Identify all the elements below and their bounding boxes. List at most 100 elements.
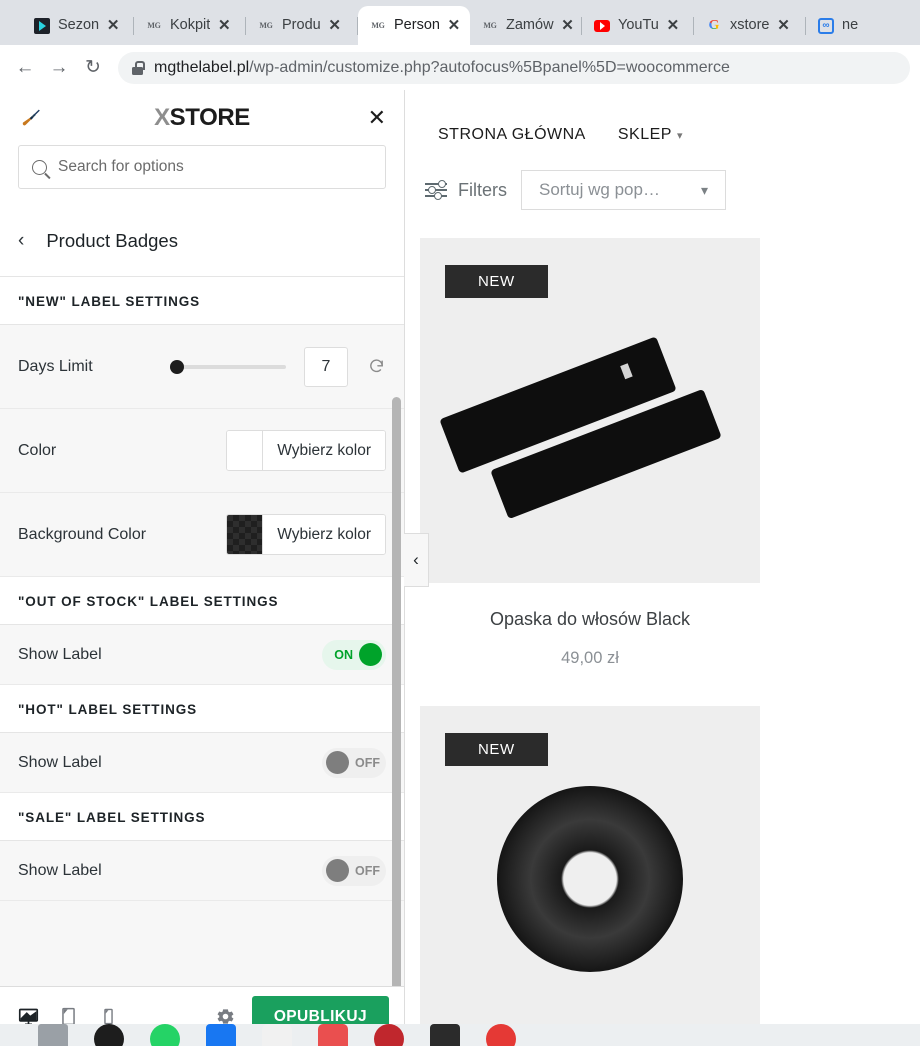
browser-tab-5[interactable]: YouTu ✕ — [582, 6, 694, 45]
toggle-knob — [359, 643, 382, 666]
toggle-out-of-stock-show-label[interactable]: ON — [322, 639, 386, 670]
sliders-icon — [425, 180, 447, 200]
youtube-icon — [594, 19, 610, 32]
section-header-hot: "HOT" LABEL SETTINGS — [0, 685, 404, 733]
collapse-sidebar-button[interactable]: ‹ — [404, 533, 429, 587]
days-limit-slider[interactable] — [170, 359, 286, 374]
taskbar-icon[interactable] — [206, 1024, 236, 1046]
site-navigation: STRONA GŁÓWNA SKLEP ▾ — [405, 90, 920, 144]
back-button[interactable]: ← — [10, 53, 40, 83]
setting-label: Show Label — [18, 753, 102, 771]
tab-close-icon[interactable]: ✕ — [446, 18, 462, 33]
toggle-sale-show-label[interactable]: OFF — [322, 855, 386, 886]
mg-icon: MG — [483, 21, 497, 30]
color-picker-new-background[interactable]: Wybierz kolor — [226, 514, 386, 555]
slider-knob[interactable] — [170, 359, 184, 374]
toggle-state-text: OFF — [355, 755, 380, 770]
sidebar-header: XSTORE ✕ — [0, 90, 404, 145]
reset-icon[interactable] — [366, 357, 386, 377]
slider-controls: 7 — [170, 346, 386, 387]
sidebar-scrollbar[interactable] — [392, 397, 401, 986]
taskbar-icon[interactable] — [262, 1024, 292, 1046]
nav-item-shop-label: SKLEP — [617, 126, 672, 143]
close-customizer-icon[interactable]: ✕ — [368, 106, 386, 129]
chevron-down-icon: ▾ — [700, 181, 708, 198]
nav-item-shop[interactable]: SKLEP ▾ — [618, 126, 683, 144]
tab-close-icon[interactable]: ✕ — [776, 18, 792, 33]
toggle-hot-show-label[interactable]: OFF — [322, 747, 386, 778]
address-bar[interactable]: mgthelabel.pl/wp-admin/customize.php?aut… — [118, 51, 910, 84]
browser-window: Sezon ✕ MG Kokpit ✕ MG Produ ✕ MG Person… — [0, 0, 920, 1046]
product-image[interactable]: NEW — [420, 238, 760, 583]
browser-tab-2[interactable]: MG Produ ✕ — [246, 6, 358, 45]
google-icon: G — [706, 18, 722, 34]
section-header-new: "NEW" LABEL SETTINGS — [0, 277, 404, 325]
setting-row-days-limit: Days Limit 7 — [0, 325, 404, 409]
os-taskbar — [0, 1024, 920, 1046]
forward-button[interactable]: → — [44, 53, 74, 83]
setting-label: Show Label — [18, 645, 102, 663]
browser-tab-7[interactable]: ∞ ne — [806, 6, 918, 45]
search-container — [0, 145, 404, 205]
setting-label: Show Label — [18, 861, 102, 879]
days-limit-value[interactable]: 7 — [304, 346, 348, 387]
status-badge: NEW — [445, 265, 548, 298]
browser-tab-6[interactable]: G xstore ✕ — [694, 6, 806, 45]
taskbar-icon[interactable] — [94, 1024, 124, 1046]
color-picker-new-label[interactable]: Wybierz kolor — [226, 430, 386, 471]
taskbar-icon[interactable] — [430, 1024, 460, 1046]
product-card[interactable]: NEW Opaska do włosów Black 49,00 zł — [420, 238, 760, 668]
infinity-icon: ∞ — [818, 17, 834, 34]
browser-tab-1[interactable]: MG Kokpit ✕ — [134, 6, 246, 45]
tab-title: YouTu — [618, 17, 659, 33]
filters-button[interactable]: Filters — [425, 180, 507, 201]
toggle-knob — [326, 751, 349, 774]
tab-close-icon[interactable]: ✕ — [105, 18, 121, 33]
setting-label: Days Limit — [18, 357, 93, 375]
product-card[interactable]: NEW Scrunch — [420, 706, 760, 1046]
setting-row-out-of-stock-show-label: Show Label ON — [0, 625, 404, 685]
paintbrush-icon[interactable] — [18, 105, 44, 131]
color-picker-label[interactable]: Wybierz kolor — [263, 515, 385, 554]
search-box[interactable] — [18, 145, 386, 189]
section-header-sale: "SALE" LABEL SETTINGS — [0, 793, 404, 841]
browser-toolbar: ← → ↻ mgthelabel.pl/wp-admin/customize.p… — [0, 45, 920, 90]
tab-title: ne — [842, 17, 859, 33]
taskbar-icon[interactable] — [374, 1024, 404, 1046]
xstore-logo: XSTORE — [0, 104, 404, 132]
taskbar-icon-active[interactable] — [486, 1024, 516, 1046]
sort-dropdown[interactable]: Sortuj wg pop… ▾ — [521, 170, 726, 210]
reload-button[interactable]: ↻ — [78, 53, 108, 83]
mg-icon: MG — [259, 21, 273, 30]
product-price: 49,00 zł — [561, 649, 619, 667]
taskbar-icon[interactable] — [38, 1024, 68, 1046]
tab-title: xstore — [730, 17, 770, 33]
taskbar-icon[interactable] — [150, 1024, 180, 1046]
tab-close-icon[interactable]: ✕ — [560, 18, 576, 33]
setting-row-sale-show-label: Show Label OFF — [0, 841, 404, 901]
product-image[interactable]: NEW — [420, 706, 760, 1046]
back-chevron-icon[interactable]: ‹ — [18, 231, 24, 250]
setting-row-hot-show-label: Show Label OFF — [0, 733, 404, 793]
tab-close-icon[interactable]: ✕ — [665, 18, 681, 33]
tab-close-icon[interactable]: ✕ — [216, 18, 232, 33]
settings-scroll-area: "NEW" LABEL SETTINGS Days Limit 7 Color — [0, 277, 404, 986]
browser-tab-0[interactable]: Sezon ✕ — [22, 6, 134, 45]
page-title: Product Badges — [46, 229, 178, 251]
product-art — [497, 785, 683, 972]
product-name[interactable]: Opaska do włosów Black — [420, 609, 760, 630]
browser-tab-4[interactable]: MG Zamów ✕ — [470, 6, 582, 45]
tab-title: Produ — [282, 17, 321, 33]
logo-suffix: STORE — [169, 103, 251, 131]
mg-icon: MG — [147, 21, 161, 30]
tab-close-icon[interactable]: ✕ — [327, 18, 343, 33]
search-input[interactable] — [58, 158, 372, 176]
chevron-down-icon: ▾ — [676, 130, 683, 142]
nav-item-home[interactable]: STRONA GŁÓWNA — [438, 126, 586, 144]
taskbar-icon[interactable] — [318, 1024, 348, 1046]
color-picker-label[interactable]: Wybierz kolor — [263, 431, 385, 470]
toggle-knob — [326, 859, 349, 882]
filters-label: Filters — [458, 179, 507, 200]
browser-tab-3-active[interactable]: MG Person ✕ — [358, 6, 470, 45]
tab-title: Sezon — [58, 17, 100, 33]
